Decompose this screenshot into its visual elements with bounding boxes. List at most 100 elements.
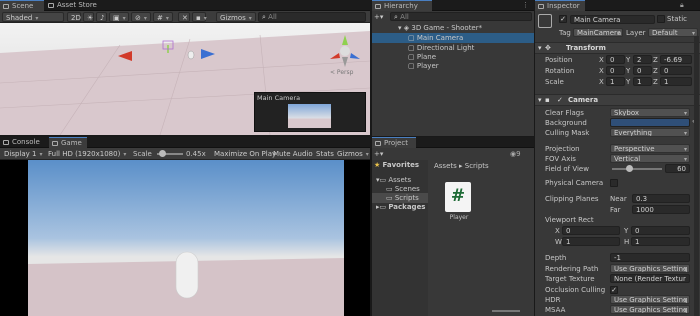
player-script-label[interactable]: Player xyxy=(446,214,472,221)
grid-icon[interactable]: # xyxy=(153,12,173,22)
shading-mode-dropdown[interactable]: Shaded xyxy=(2,12,64,22)
viewport-y-field[interactable]: 0 xyxy=(631,226,690,235)
tab-project[interactable]: Project xyxy=(372,137,416,148)
transform-x-field[interactable]: 1 xyxy=(606,77,625,86)
viewport-h-field[interactable]: 1 xyxy=(631,237,690,246)
display-dropdown[interactable]: Display 1 xyxy=(1,149,43,159)
hidden-objects-icon[interactable]: ⊘ xyxy=(131,12,151,22)
inspector-scrollbar[interactable] xyxy=(694,36,699,316)
scene-search-input[interactable]: ⌕ All xyxy=(258,12,366,22)
game-gizmos-dropdown[interactable]: Gizmos xyxy=(334,149,369,159)
packages-folder[interactable]: ▸▭ Packages xyxy=(376,202,425,212)
object-name-field[interactable]: Main Camera xyxy=(570,15,655,24)
rendering-path-dropdown[interactable]: Use Graphics Setting xyxy=(610,264,690,273)
msaa-dropdown[interactable]: Use Graphics Setting xyxy=(610,305,690,314)
layer-dropdown[interactable]: Default xyxy=(648,28,698,37)
search-icon: ⌕ xyxy=(262,13,266,21)
hierarchy-search-input[interactable]: ⌕ All xyxy=(390,12,532,21)
console-icon xyxy=(3,140,9,145)
2d-toggle[interactable]: 2D xyxy=(67,12,81,22)
scene-viewport[interactable]: < Persp Main Camera xyxy=(0,23,370,135)
static-checkbox[interactable] xyxy=(657,15,665,23)
fov-value-field[interactable]: 60 xyxy=(665,164,690,173)
visibility-count[interactable]: ◉9 xyxy=(510,149,521,159)
maximize-on-play-toggle[interactable]: Maximize On Play xyxy=(211,149,276,159)
transform-z-field[interactable]: 1 xyxy=(660,77,692,86)
axis-label-y: Y xyxy=(626,78,631,86)
clear-flags-dropdown[interactable]: Skybox xyxy=(610,108,690,117)
hdr-dropdown[interactable]: Use Graphics Setting xyxy=(610,295,690,304)
project-tab-bar: Project xyxy=(372,137,534,148)
create-asset-button[interactable]: +▾ xyxy=(374,149,383,159)
hierarchy-item-main-camera[interactable]: ▢ Main Camera xyxy=(372,33,534,43)
viewport-w-field[interactable]: 1 xyxy=(562,237,620,246)
game-icon xyxy=(52,141,58,146)
tag-label: Tag xyxy=(559,29,571,37)
transform-y-field[interactable]: 1 xyxy=(633,77,652,86)
mute-audio-toggle[interactable]: Mute Audio xyxy=(270,149,313,159)
lock-icon[interactable]: 🔒︎ xyxy=(680,0,684,11)
tab-inspector[interactable]: Inspector xyxy=(535,0,585,11)
fov-slider[interactable] xyxy=(612,165,662,172)
near-field[interactable]: 0.3 xyxy=(632,194,690,203)
game-toolbar: Display 1 Full HD (1920x1080) Scale 0.45… xyxy=(0,148,370,160)
axis-label-y: Y xyxy=(626,56,631,64)
fov-axis-dropdown[interactable]: Vertical xyxy=(610,154,690,163)
csharp-script-icon[interactable]: # xyxy=(445,182,471,212)
occlusion-culling-checkbox[interactable]: ✓ xyxy=(610,286,618,294)
inspector-panel: Inspector 🔒︎ ✓ Main Camera Static Tag Ma… xyxy=(535,0,700,316)
culling-mask-dropdown[interactable]: Everything xyxy=(610,128,690,137)
physical-camera-checkbox[interactable] xyxy=(610,179,618,187)
stats-toggle[interactable]: Stats xyxy=(313,149,334,159)
hierarchy-item-player[interactable]: ▢ Player xyxy=(408,61,439,71)
gameobject-cube-icon xyxy=(538,14,552,28)
camera-header[interactable]: ▾ ▪ ✓ Camera xyxy=(535,94,700,106)
transform-x-field[interactable]: 0 xyxy=(606,55,625,64)
transform-z-field[interactable]: -6.69 xyxy=(660,55,692,64)
projection-dropdown[interactable]: Perspective xyxy=(610,144,690,153)
msaa-label: MSAA xyxy=(545,306,566,314)
transform-row-label: Scale xyxy=(545,78,564,86)
tab-hierarchy[interactable]: Hierarchy xyxy=(372,0,432,11)
folder-icon: ▭ xyxy=(386,185,395,193)
persp-label[interactable]: < Persp xyxy=(330,69,353,76)
transform-x-field[interactable]: 0 xyxy=(606,66,625,75)
transform-z-field[interactable]: 0 xyxy=(660,66,692,75)
camera-enabled-checkbox[interactable]: ✓ xyxy=(557,95,563,106)
viewport-h-label: H xyxy=(624,238,630,246)
more-menu-icon[interactable]: ⋮ xyxy=(522,0,529,11)
add-object-button[interactable]: +▾ xyxy=(374,12,383,22)
scale-slider[interactable] xyxy=(157,150,183,157)
icon-size-slider[interactable] xyxy=(492,310,520,312)
tag-dropdown[interactable]: MainCamera xyxy=(573,28,623,37)
active-checkbox[interactable]: ✓ xyxy=(559,15,567,23)
background-color-swatch[interactable] xyxy=(610,118,690,127)
favorites-item[interactable]: ★ Favorites xyxy=(374,160,419,170)
audio-icon[interactable]: ♪ xyxy=(96,12,107,22)
tab-console[interactable]: Console xyxy=(0,137,48,148)
gizmos-dropdown[interactable]: Gizmos xyxy=(216,12,256,22)
tools-icon[interactable]: ✕ xyxy=(178,12,190,22)
effects-icon[interactable]: ▣ xyxy=(109,12,129,22)
fov-axis-label: FOV Axis xyxy=(545,155,576,163)
scale-slider-thumb[interactable] xyxy=(159,150,166,157)
tab-asset-store[interactable]: Asset Store xyxy=(45,0,101,11)
scene-root-item[interactable]: ▾ ◈ 3D Game - Shooter* xyxy=(398,23,482,33)
depth-field[interactable]: -1 xyxy=(610,253,690,262)
transform-y-field[interactable]: 2 xyxy=(633,55,652,64)
folder-icon: ▸▭ xyxy=(376,203,389,211)
transform-y-field[interactable]: 0 xyxy=(633,66,652,75)
static-label: Static xyxy=(667,15,688,23)
tab-game[interactable]: Game xyxy=(49,137,87,148)
tab-scene[interactable]: Scene xyxy=(0,0,44,11)
transform-header[interactable]: ▾ ✥ Transform xyxy=(535,42,700,54)
viewport-x-field[interactable]: 0 xyxy=(562,226,620,235)
camera-settings-icon[interactable]: ▪ xyxy=(192,12,206,22)
game-view-render[interactable] xyxy=(28,160,344,316)
resolution-dropdown[interactable]: Full HD (1920x1080) xyxy=(45,149,129,159)
fov-slider-thumb[interactable] xyxy=(625,165,633,172)
target-texture-field[interactable]: None (Render Textur xyxy=(610,274,690,283)
lighting-icon[interactable]: ☀ xyxy=(83,12,94,22)
transform-row-label: Rotation xyxy=(545,67,575,75)
far-field[interactable]: 1000 xyxy=(632,205,690,214)
